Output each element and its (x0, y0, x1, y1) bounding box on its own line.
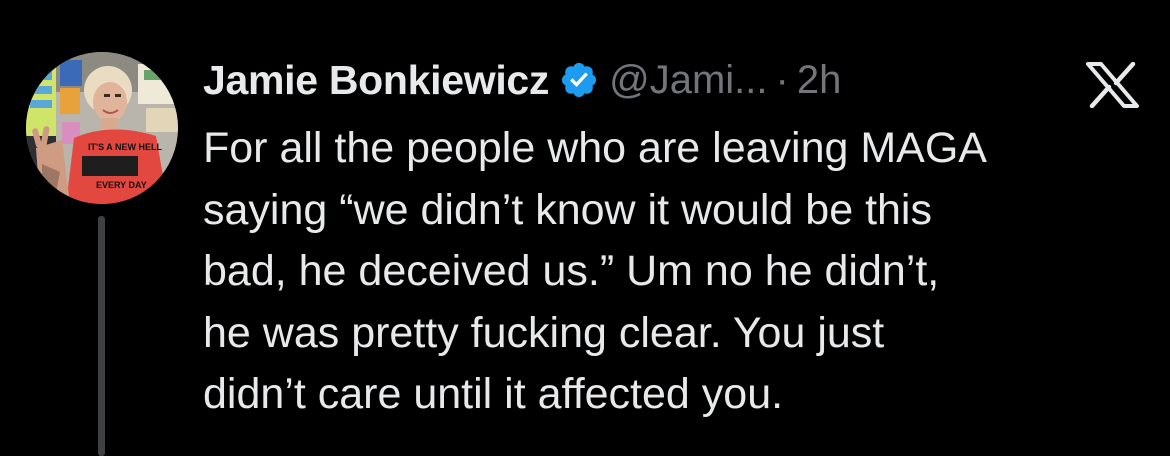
user-handle[interactable]: @Jami... (609, 58, 767, 103)
x-logo-icon[interactable] (1085, 61, 1140, 109)
tweet-text: For all the people who are leaving MAGA … (203, 124, 987, 418)
thread-connector-line (98, 216, 105, 456)
timestamp[interactable]: 2h (797, 58, 842, 103)
avatar-shirt-text-bottom: EVERY DAY (96, 180, 147, 190)
display-name[interactable]: Jamie Bonkiewicz (203, 57, 549, 104)
verified-badge-icon[interactable] (559, 60, 599, 100)
separator-dot: · (775, 57, 789, 102)
tweet-header: Jamie Bonkiewicz @Jami... · 2h (203, 52, 841, 108)
avatar-shirt-text-top: IT'S A NEW HELL (88, 142, 162, 152)
avatar[interactable]: IT'S A NEW HELL EVERY DAY (26, 52, 178, 204)
tweet[interactable]: IT'S A NEW HELL EVERY DAY Jamie Bonkiewi… (0, 0, 1170, 456)
avatar-photo: IT'S A NEW HELL EVERY DAY (26, 52, 178, 204)
